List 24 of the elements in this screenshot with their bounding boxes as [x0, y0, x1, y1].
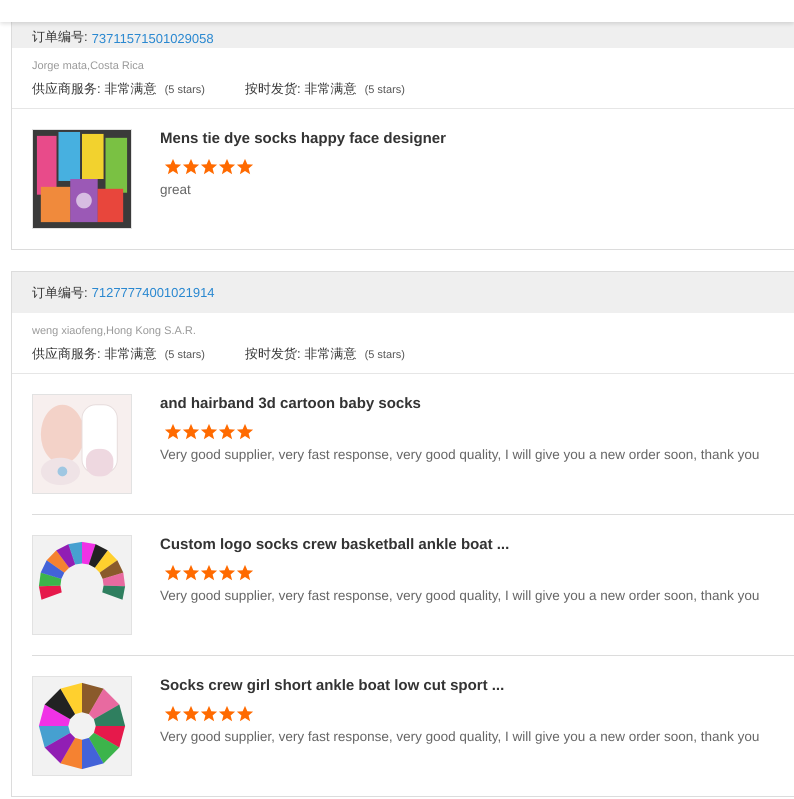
product-title[interactable]: Custom logo socks crew basketball ankle boat ...	[160, 536, 760, 553]
review-comment: Very good supplier, very fast response, very good quality, I will give you a new order soon, thank you	[160, 729, 760, 744]
product-title[interactable]: Mens tie dye socks happy face designer	[160, 130, 446, 147]
buyer-name: Jorge mata,Costa Rica	[32, 60, 145, 72]
rating-label: 供应商服务:	[32, 80, 101, 98]
rating-note: (5 stars)	[164, 84, 205, 96]
order-number-label: 订单编号:	[32, 28, 88, 46]
review-comment: Very good supplier, very fast response, very good quality, I will give you a new order soon, thank you	[160, 447, 760, 462]
review-comment: great	[160, 182, 192, 197]
product-title[interactable]: Socks crew girl short ankle boat low cut sport ...	[160, 677, 760, 694]
rating-value: 非常满意	[304, 345, 357, 363]
rating-value: 非常满意	[104, 345, 157, 363]
rating-note: (5 stars)	[164, 349, 205, 361]
review-comment: Very good supplier, very fast response, very good quality, I will give you a new order soon, thank you	[160, 588, 760, 603]
rating-label: 按时发货:	[244, 80, 301, 98]
rating-label: 按时发货:	[244, 345, 301, 363]
product-title[interactable]: and hairband 3d cartoon baby socks	[160, 395, 760, 412]
rating-value: 非常满意	[104, 80, 157, 98]
buyer-name: weng xiaofeng,Hong Kong S.A.R.	[32, 325, 197, 337]
order-number-label: 订单编号:	[32, 284, 88, 302]
rating-label: 供应商服务:	[32, 345, 101, 363]
rating-note: (5 stars)	[364, 84, 405, 96]
rating-value: 非常满意	[304, 80, 357, 98]
rating-note: (5 stars)	[364, 349, 405, 361]
